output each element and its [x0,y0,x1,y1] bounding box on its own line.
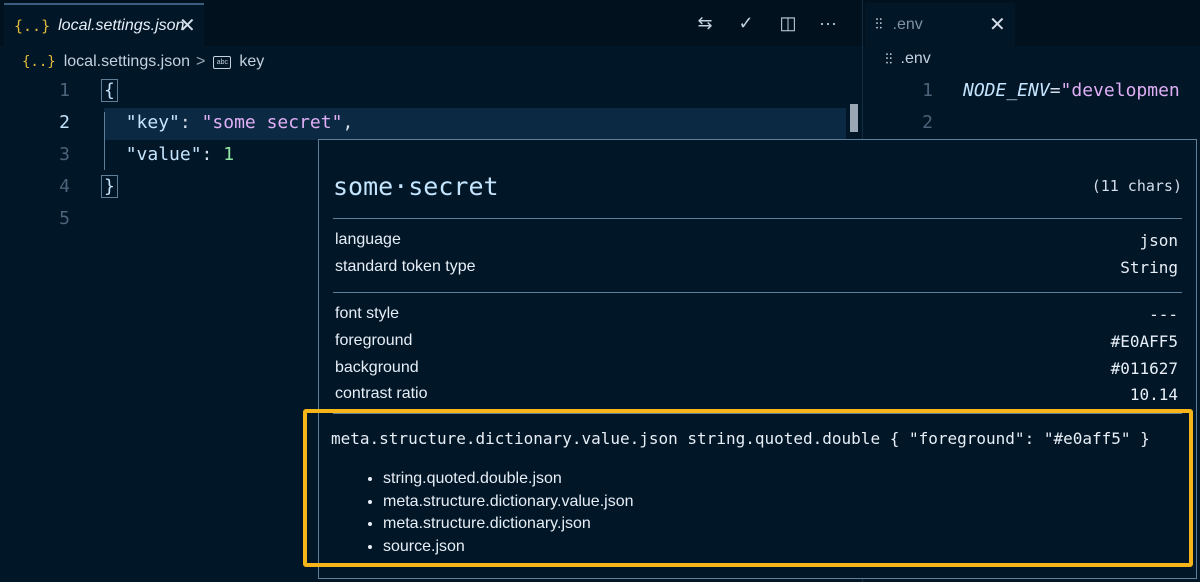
check-icon[interactable]: ✓ [735,12,757,34]
split-editor-icon[interactable]: ◫ [777,12,799,34]
json-file-icon: {..} [22,54,56,70]
breadcrumb-file[interactable]: .env [901,50,931,68]
breadcrumb: {..} local.settings.json > abc key [0,48,862,76]
json-key: "key" [125,112,180,133]
property-value: String [1120,258,1178,277]
property-row-contrast-ratio: contrast ratio 10.14 [335,385,1178,409]
close-tab-icon[interactable]: ✕ [179,13,196,38]
env-value: "developmen [1060,80,1180,101]
divider [333,292,1182,293]
string-symbol-icon: abc [213,55,232,69]
hover-char-count: (11 chars) [1091,177,1182,195]
json-colon: : [201,144,224,165]
settings-sliders-icon: ⫶⫶ [875,16,883,33]
line-number: 2 [922,112,933,133]
tab-local-settings-json[interactable]: {..} local.settings.json ✕ [4,3,204,46]
line-number: 1 [59,80,70,101]
env-variable: NODE_ENV [963,80,1050,101]
property-value: --- [1149,305,1178,324]
code-line[interactable]: "value": 1 [104,144,234,165]
property-label: font style [335,305,400,322]
property-value: 10.14 [1129,385,1178,404]
json-string-value: "some secret" [201,112,343,133]
divider [333,218,1182,219]
property-label: contrast ratio [335,385,428,402]
tab-label: local.settings.json [58,16,185,34]
property-row-language: language json [335,231,1178,255]
token-inspect-hover: some·secret (11 chars) language json sta… [303,139,1197,579]
line-number: 5 [59,208,70,229]
line-number: 1 [922,80,933,101]
property-label: standard token type [335,258,476,275]
right-tab-bar: ⫶⫶ .env ✕ [863,0,1200,46]
property-row-foreground: foreground #E0AFF5 [335,332,1178,356]
open-changes-icon[interactable]: ⇆ [694,12,716,34]
brace-close: } [101,175,118,198]
annotation-highlight-box [303,409,1193,567]
json-colon: : [179,112,202,133]
property-row-background: background #011627 [335,359,1178,383]
tab-label: .env [892,15,923,33]
line-number: 4 [59,176,70,197]
line-number: 2 [59,112,70,133]
tab-env[interactable]: ⫶⫶ .env ✕ [865,3,1015,46]
json-key: "value" [125,144,202,165]
breadcrumb-symbol[interactable]: key [239,53,264,71]
json-number-value: 1 [223,144,235,165]
property-value: #011627 [1110,359,1178,378]
scrollbar-thumb[interactable] [850,104,858,132]
code-line[interactable]: { [101,79,118,102]
line-number: 3 [59,144,70,165]
property-label: background [335,359,419,376]
property-value: #E0AFF5 [1110,332,1178,351]
property-row-token-type: standard token type String [335,258,1178,282]
code-line[interactable]: NODE_ENV="developmen [963,80,1180,101]
breadcrumb: ⫶⫶ .env [885,50,931,68]
more-actions-icon[interactable]: ··· [817,12,839,34]
breadcrumb-separator-icon: > [196,53,206,70]
property-label: foreground [335,332,413,349]
property-value: json [1139,231,1178,250]
settings-sliders-icon: ⫶⫶ [885,50,893,68]
left-tab-bar: {..} local.settings.json ✕ ⇆ ✓ ◫ ··· [0,0,862,46]
hover-token-text: some·secret [333,172,499,201]
close-tab-icon[interactable]: ✕ [989,12,1006,37]
env-equals: = [1049,80,1061,101]
code-line[interactable]: } [101,175,118,198]
json-file-icon: {..} [14,16,51,35]
brace-open: { [101,79,118,102]
property-label: language [335,231,401,248]
breadcrumb-file[interactable]: local.settings.json [64,53,190,71]
code-line[interactable]: "key": "some secret", [104,112,354,133]
property-row-font-style: font style --- [335,305,1178,329]
json-comma: , [342,112,354,133]
